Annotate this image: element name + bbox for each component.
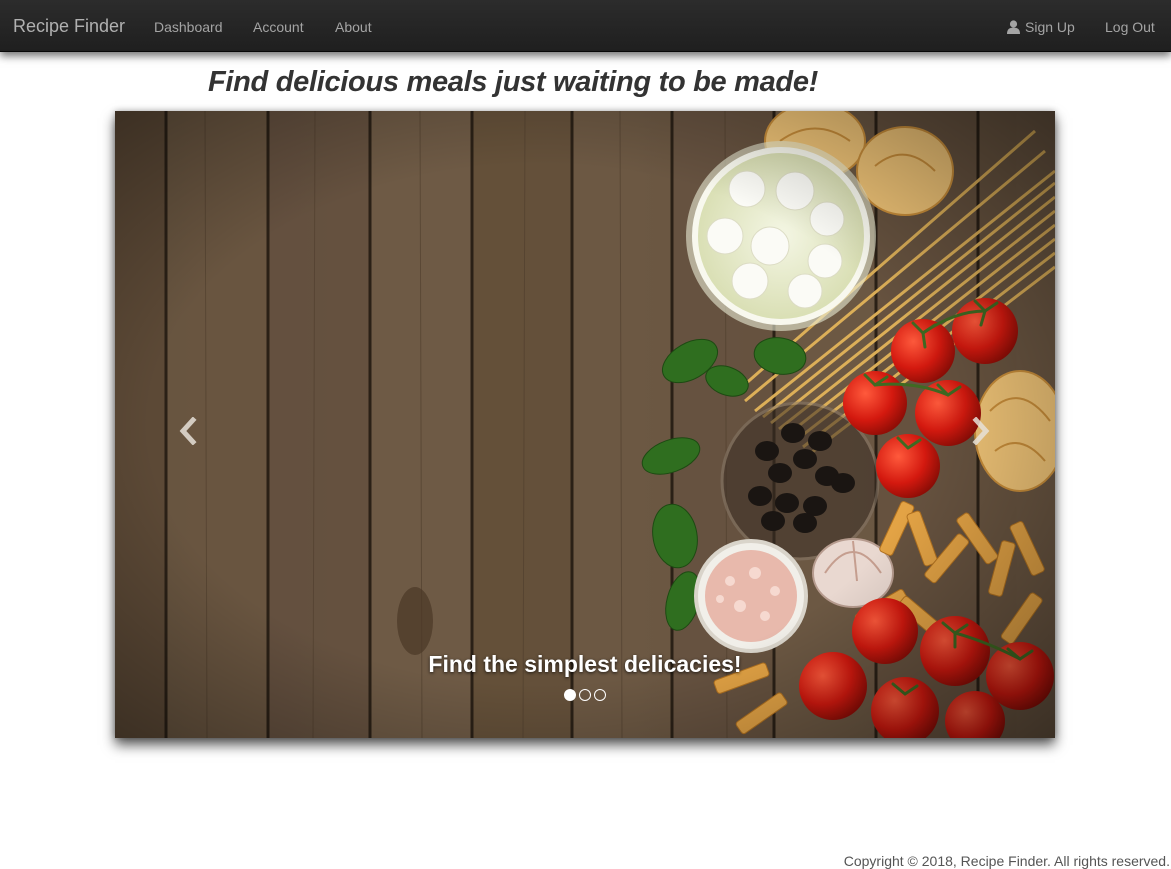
sign-up-label: Sign Up <box>1025 19 1075 35</box>
brand-link[interactable]: Recipe Finder <box>13 16 125 37</box>
carousel-next-button[interactable] <box>966 411 996 451</box>
nav-dashboard-link[interactable]: Dashboard <box>154 19 223 35</box>
carousel-caption: Find the simplest delicacies! <box>428 651 742 677</box>
carousel-indicator-1[interactable] <box>564 689 576 701</box>
nav-about-link[interactable]: About <box>335 19 372 35</box>
footer-copyright: Copyright © 2018, Recipe Finder. All rig… <box>843 853 1170 869</box>
carousel-slide-image <box>115 111 1055 738</box>
hero-carousel[interactable]: Find the simplest delicacies! <box>115 111 1055 738</box>
nav-account-link[interactable]: Account <box>253 19 304 35</box>
carousel-prev-button[interactable] <box>173 411 203 451</box>
log-out-link[interactable]: Log Out <box>1105 19 1155 35</box>
carousel-indicator-2[interactable] <box>579 689 591 701</box>
top-navbar: Recipe Finder Dashboard Account About Si… <box>0 0 1171 52</box>
chevron-right-icon <box>972 417 990 445</box>
user-icon <box>1007 20 1020 34</box>
chevron-left-icon <box>179 417 197 445</box>
page-headline: Find delicious meals just waiting to be … <box>207 66 819 98</box>
carousel-indicator-3[interactable] <box>594 689 606 701</box>
carousel-indicators <box>115 689 1055 701</box>
sign-up-link[interactable]: Sign Up <box>1007 19 1075 35</box>
